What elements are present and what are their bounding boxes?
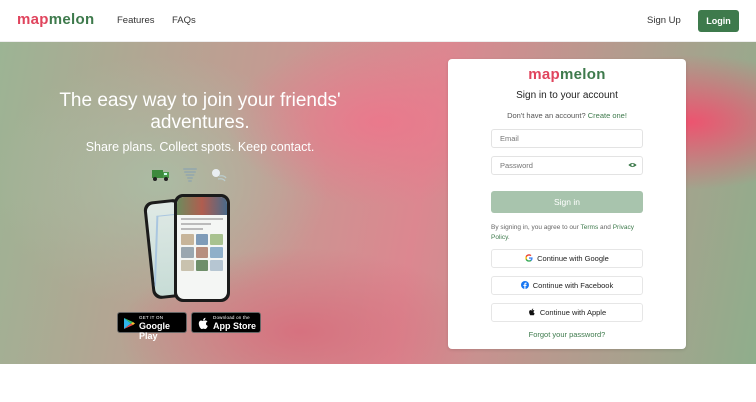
continue-with-google-button[interactable]: Continue with Google <box>491 249 643 268</box>
create-account-link[interactable]: Create one! <box>588 111 627 120</box>
signin-button[interactable]: Sign in <box>491 191 643 213</box>
nav-faqs-link[interactable]: FAQs <box>172 15 196 26</box>
hero-subtitle: Share plans. Collect spots. Keep contact… <box>85 140 315 154</box>
google-play-big-text: Google Play <box>139 321 170 341</box>
logo-map-text: map <box>17 11 49 28</box>
card-logo-melon-text: melon <box>560 66 606 83</box>
phone-mockups-image <box>142 194 234 304</box>
emoji-row <box>150 164 230 186</box>
apple-button-label: Continue with Apple <box>539 308 607 317</box>
no-account-text: Don't have an account? Create one! <box>448 111 686 120</box>
signup-link[interactable]: Sign Up <box>647 15 681 26</box>
terms-prefix: By signing in, you agree to our <box>491 224 579 231</box>
google-play-badge[interactable]: GET IT ON Google Play <box>117 312 187 341</box>
apple-icon <box>198 317 208 329</box>
app-store-badge[interactable]: Download on the App Store <box>191 312 261 333</box>
eye-icon[interactable] <box>628 162 637 168</box>
top-navbar: mapmelon Features FAQs Sign Up Login <box>0 0 756 42</box>
google-play-icon <box>124 318 135 329</box>
phone-front <box>174 194 230 302</box>
terms-link[interactable]: Terms <box>581 224 599 231</box>
wind-icon <box>208 165 230 185</box>
continue-with-apple-button[interactable]: Continue with Apple <box>491 303 643 322</box>
signin-title: Sign in to your account <box>516 90 618 101</box>
features-section <box>0 364 756 402</box>
card-logo: mapmelon <box>448 66 686 83</box>
logo[interactable]: mapmelon <box>17 11 94 28</box>
facebook-icon <box>520 281 529 290</box>
terms-suffix: . <box>507 234 510 241</box>
card-logo-map-text: map <box>528 66 561 83</box>
login-button[interactable]: Login <box>698 10 739 32</box>
logo-melon-text: melon <box>48 11 95 28</box>
terms-and: and <box>600 224 611 231</box>
app-store-small-text: Download on the <box>213 315 250 320</box>
nav-features-link[interactable]: Features <box>117 15 155 26</box>
hero-title: The easy way to join your friends' adven… <box>59 90 341 133</box>
continue-with-facebook-button[interactable]: Continue with Facebook <box>491 276 643 295</box>
password-field[interactable] <box>491 156 643 175</box>
signin-card: mapmelon Sign in to your account Don't h… <box>448 59 686 349</box>
no-account-label: Don't have an account? <box>507 111 586 120</box>
terms-text: By signing in, you agree to our Terms an… <box>491 223 643 243</box>
app-store-big-text: App Store <box>213 321 257 331</box>
facebook-button-label: Continue with Facebook <box>532 281 614 290</box>
google-button-label: Continue with Google <box>537 254 609 263</box>
email-field[interactable] <box>491 129 643 148</box>
tornado-icon <box>179 165 201 185</box>
truck-icon <box>150 165 172 185</box>
forgot-password-link[interactable]: Forgot your password? <box>448 330 686 339</box>
google-play-small-text: GET IT ON <box>139 315 164 320</box>
hero-section: The easy way to join your friends' adven… <box>0 42 756 364</box>
google-icon <box>525 254 533 262</box>
apple-icon <box>528 308 535 316</box>
